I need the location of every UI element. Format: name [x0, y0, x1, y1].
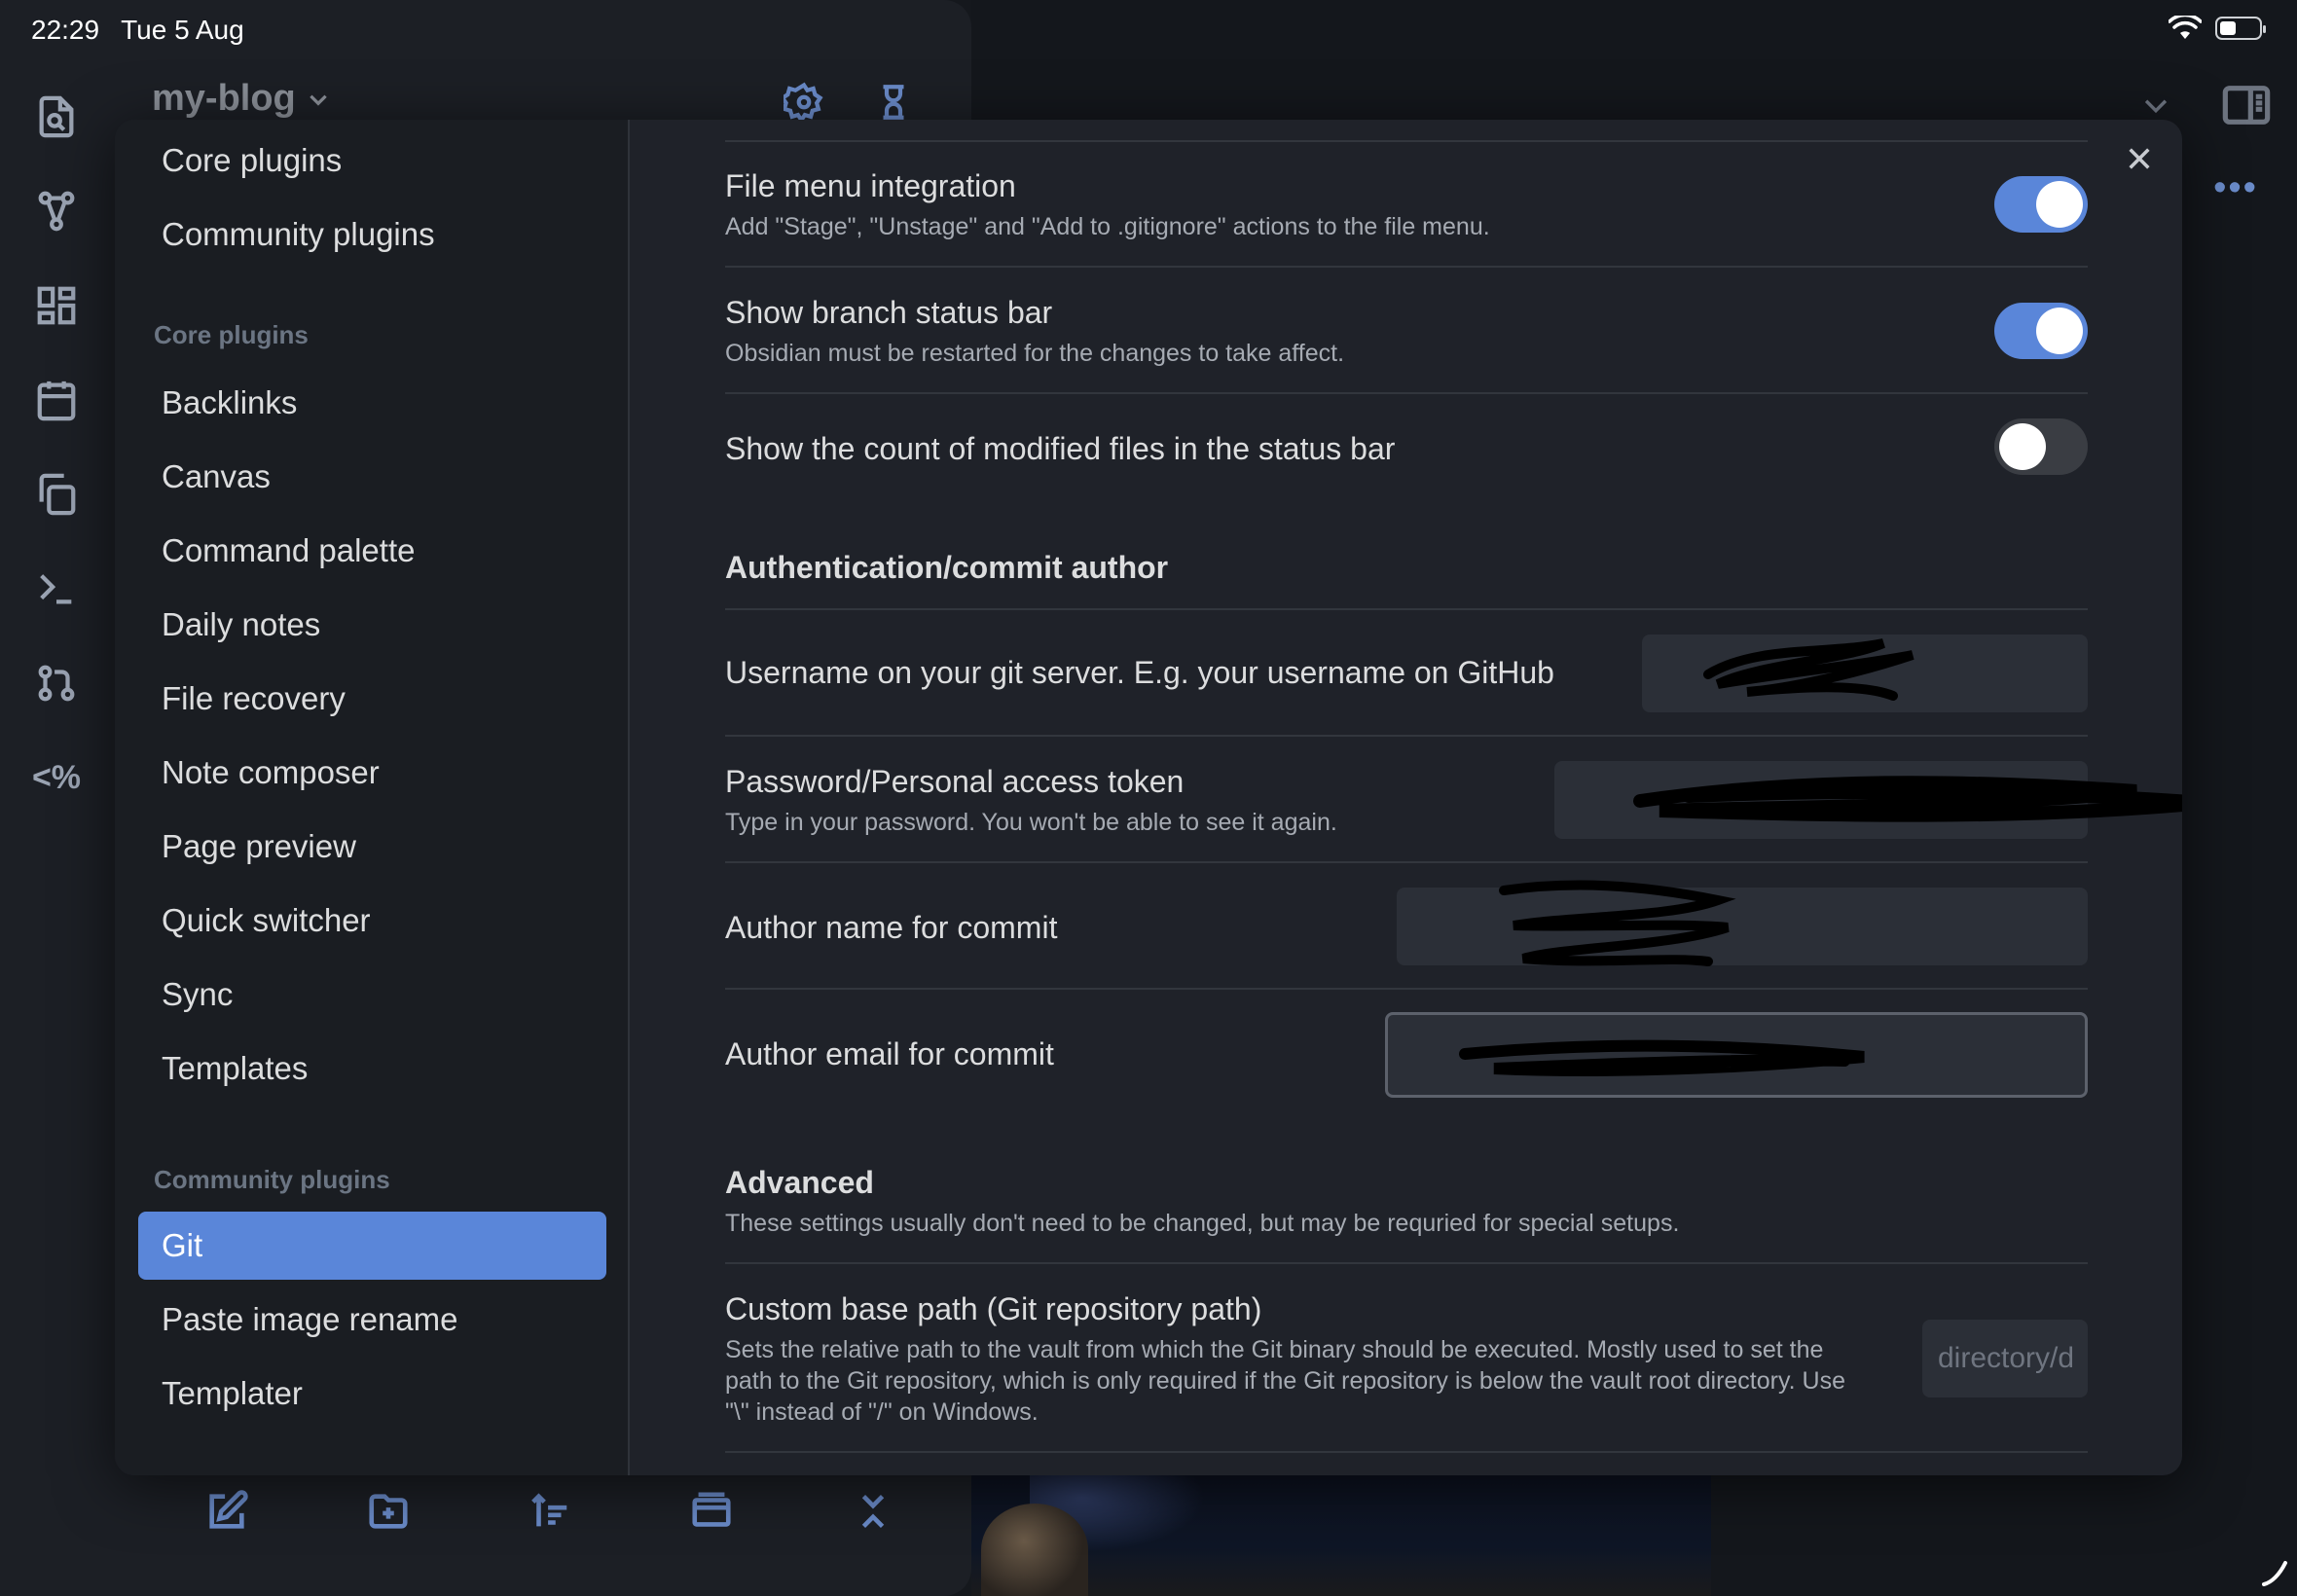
- nav-sync[interactable]: Sync: [138, 961, 606, 1029]
- close-icon: [2129, 148, 2150, 169]
- branch-status-toggle[interactable]: [1994, 303, 2088, 359]
- file-search-icon[interactable]: [32, 92, 81, 141]
- close-button[interactable]: [2120, 139, 2159, 178]
- file-menu-toggle[interactable]: [1994, 176, 2088, 233]
- divider: [725, 392, 2088, 394]
- note-image: [971, 1474, 1711, 1596]
- nav-core-plugins[interactable]: Core plugins: [138, 127, 606, 195]
- new-folder-icon[interactable]: [366, 1489, 411, 1534]
- status-time: 22:29: [31, 15, 100, 45]
- username-setting-name: Username on your git server. E.g. your u…: [725, 655, 1554, 690]
- nav-page-preview[interactable]: Page preview: [138, 813, 606, 881]
- terminal-icon[interactable]: [32, 564, 81, 613]
- file-menu-setting-name: File menu integration: [725, 168, 1016, 203]
- collapse-all-icon[interactable]: [851, 1489, 895, 1534]
- vault-name: my-blog: [152, 78, 296, 119]
- nav-quick-switcher[interactable]: Quick switcher: [138, 887, 606, 955]
- settings-sidebar: Core plugins Community plugins Core plug…: [115, 120, 630, 1475]
- copy-icon[interactable]: [32, 470, 81, 519]
- wifi-icon: [2169, 16, 2202, 39]
- nav-backlinks[interactable]: Backlinks: [138, 369, 606, 437]
- chevron-down-icon: [310, 94, 327, 106]
- vault-switcher[interactable]: my-blog: [152, 78, 331, 120]
- more-options-icon[interactable]: •••: [2213, 167, 2258, 209]
- calendar-icon[interactable]: [32, 376, 81, 424]
- battery-icon: [2215, 17, 2266, 40]
- core-plugins-heading: Core plugins: [154, 320, 309, 349]
- nav-command-palette[interactable]: Command palette: [138, 517, 606, 585]
- password-setting-desc: Type in your password. You won't be able…: [725, 809, 1337, 836]
- auth-section-heading: Authentication/commit author: [725, 550, 1169, 585]
- layout-icon[interactable]: [32, 281, 81, 330]
- nav-community-plugins[interactable]: Community plugins: [138, 200, 606, 269]
- advanced-section-desc: These settings usually don't need to be …: [725, 1210, 1680, 1237]
- settings-icon[interactable]: [784, 82, 824, 123]
- branch-status-setting-name: Show branch status bar: [725, 295, 1053, 330]
- divider: [725, 608, 2088, 610]
- base-path-input[interactable]: [1922, 1320, 2088, 1397]
- divider: [725, 988, 2088, 990]
- git-settings-content: File menu integration Add "Stage", "Unst…: [725, 120, 2182, 1475]
- ios-status-bar: 22:29 Tue 5 Aug: [0, 0, 2297, 60]
- file-menu-setting-desc: Add "Stage", "Unstage" and "Add to .giti…: [725, 213, 1490, 240]
- left-ribbon: <%: [0, 92, 113, 848]
- branch-status-setting-desc: Obsidian must be restarted for the chang…: [725, 340, 1345, 367]
- author-name-input[interactable]: [1397, 888, 2088, 965]
- collapse-tabs-icon[interactable]: [689, 1489, 734, 1534]
- status-date: Tue 5 Aug: [121, 15, 244, 45]
- nav-note-composer[interactable]: Note composer: [138, 739, 606, 807]
- nav-templater[interactable]: Templater: [138, 1360, 606, 1428]
- sidebar-toggle-icon[interactable]: [2221, 80, 2272, 130]
- templater-icon[interactable]: <%: [32, 753, 81, 802]
- nav-canvas[interactable]: Canvas: [138, 443, 606, 511]
- nav-templates[interactable]: Templates: [138, 1034, 606, 1103]
- community-plugins-heading: Community plugins: [154, 1165, 390, 1194]
- modified-count-setting-name: Show the count of modified files in the …: [725, 431, 1396, 466]
- divider: [725, 1262, 2088, 1264]
- settings-modal: Core plugins Community plugins Core plug…: [115, 120, 2182, 1475]
- chevron-down-icon[interactable]: [2139, 89, 2172, 122]
- divider: [725, 861, 2088, 863]
- password-input[interactable]: [1554, 761, 2088, 839]
- username-input[interactable]: [1642, 635, 2088, 712]
- author-email-input[interactable]: [1385, 1012, 2088, 1098]
- divider: [725, 1451, 2088, 1453]
- graph-icon[interactable]: [32, 187, 81, 236]
- nav-paste-image-rename[interactable]: Paste image rename: [138, 1286, 606, 1354]
- nav-daily-notes[interactable]: Daily notes: [138, 591, 606, 659]
- password-setting-name: Password/Personal access token: [725, 764, 1185, 799]
- advanced-section-heading: Advanced: [725, 1165, 874, 1200]
- author-email-setting-name: Author email for commit: [725, 1036, 1054, 1071]
- help-icon[interactable]: [873, 82, 914, 123]
- pencil-hint-icon: [2262, 1561, 2287, 1586]
- new-note-icon[interactable]: [204, 1489, 249, 1534]
- modified-count-toggle[interactable]: [1994, 418, 2088, 475]
- divider: [725, 266, 2088, 268]
- sort-icon[interactable]: [528, 1489, 572, 1534]
- base-path-setting-desc: Sets the relative path to the vault from…: [725, 1336, 1845, 1426]
- nav-file-recovery[interactable]: File recovery: [138, 665, 606, 733]
- author-name-setting-name: Author name for commit: [725, 910, 1058, 945]
- nav-git[interactable]: Git: [138, 1212, 606, 1280]
- base-path-setting-name: Custom base path (Git repository path): [725, 1291, 1262, 1326]
- git-pull-request-icon[interactable]: [32, 659, 81, 707]
- divider: [725, 140, 2088, 142]
- templater-icon-label: <%: [31, 758, 82, 796]
- divider: [725, 735, 2088, 737]
